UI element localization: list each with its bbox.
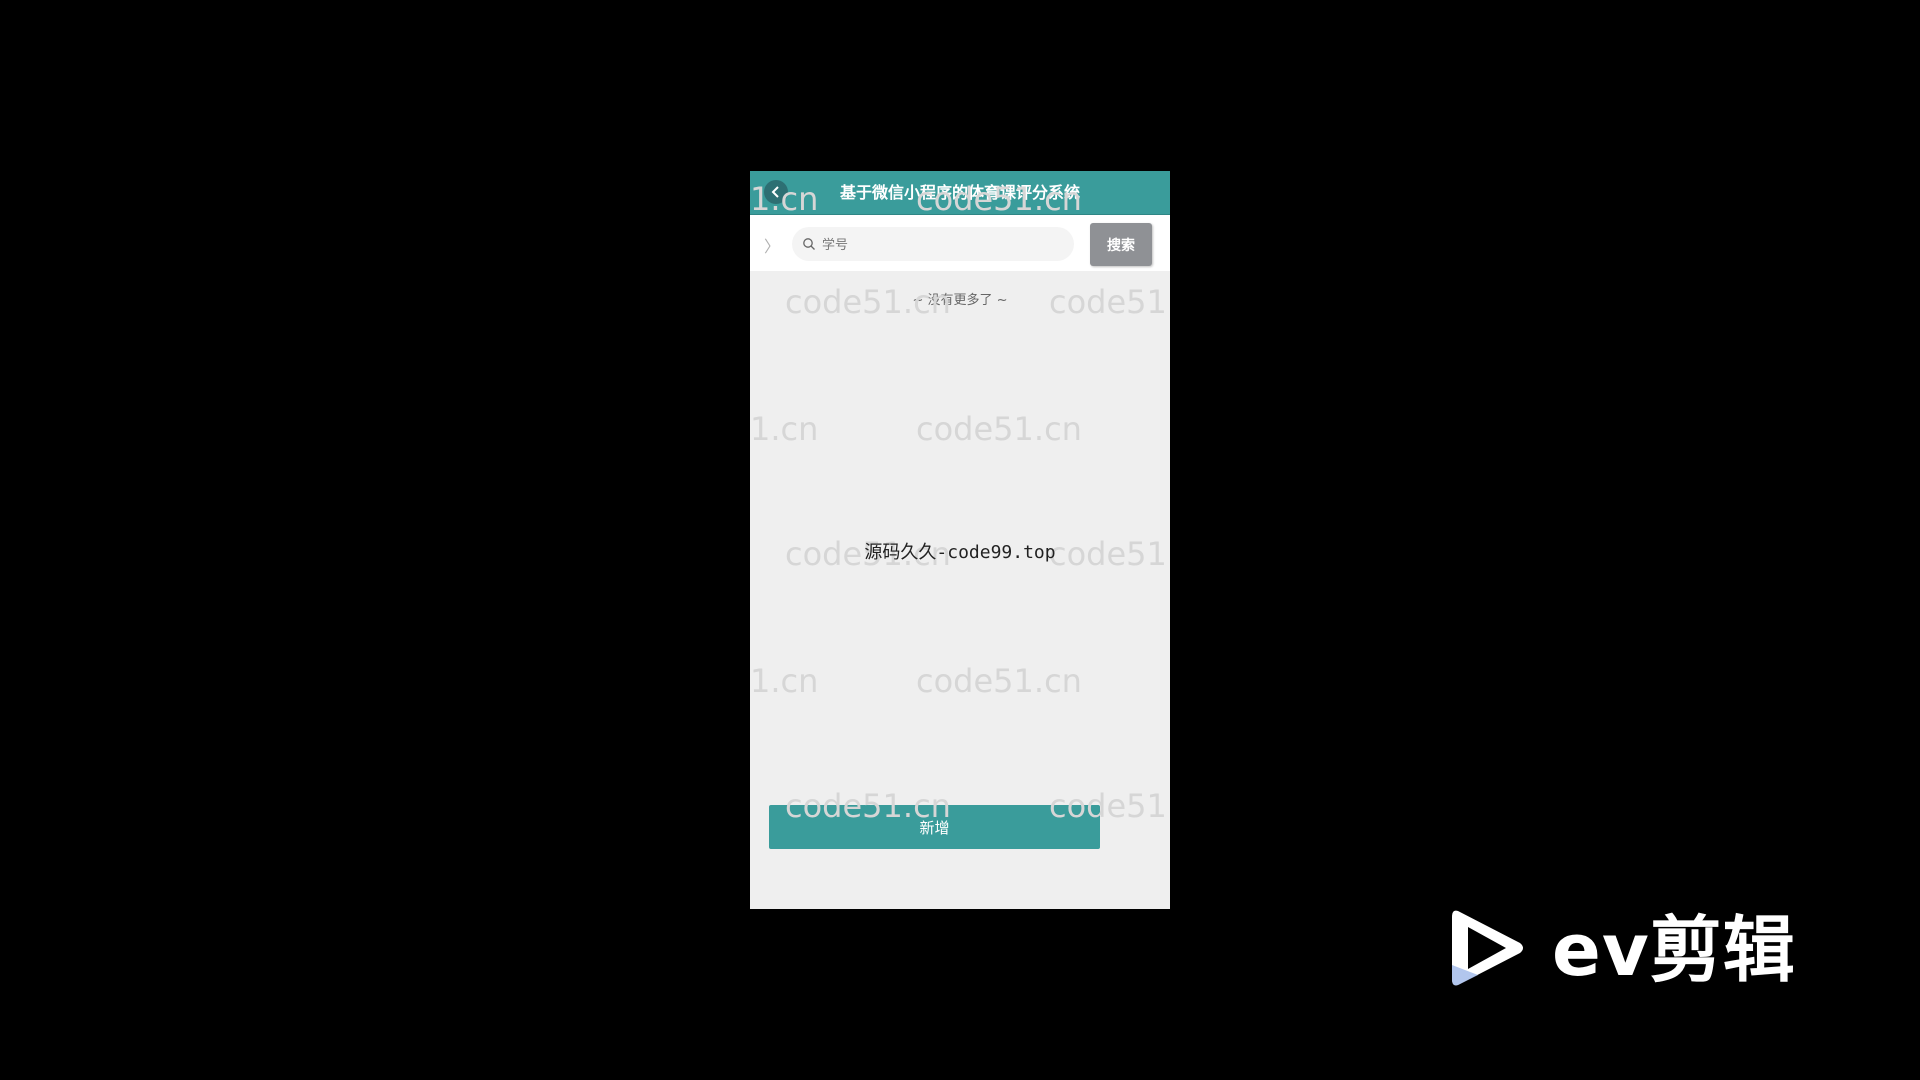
chevron-right-icon[interactable]: 〉	[764, 233, 780, 257]
search-icon	[803, 238, 815, 250]
play-logo-icon	[1452, 910, 1523, 986]
page-title: 基于微信小程序的体育课评分系统	[839, 183, 1080, 202]
watermark: code51.cn	[916, 410, 1082, 448]
search-box[interactable]	[792, 227, 1074, 263]
no-more-text: ~ 没有更多了 ~	[912, 293, 1008, 308]
watermark: 1.cn	[750, 662, 819, 700]
watermark: 1.cn	[750, 410, 819, 448]
search-button[interactable]: 搜索	[1090, 223, 1152, 266]
video-frame: 基于微信小程序的体育课评分系统 〉 搜索 ~ 没有更多了 ~ 1.cn code…	[0, 0, 1920, 1080]
add-button[interactable]: 新增	[769, 805, 1100, 849]
ev-editor-logo: ev剪辑	[1448, 905, 1818, 995]
navbar: 基于微信小程序的体育课评分系统	[750, 171, 1170, 215]
phone-screen: 基于微信小程序的体育课评分系统 〉 搜索 ~ 没有更多了 ~ 1.cn code…	[750, 171, 1170, 909]
app-name-text: ev剪辑	[1552, 908, 1796, 992]
source-watermark-text: 源码久久-code99.top	[864, 542, 1056, 563]
search-bar: 〉 搜索	[750, 215, 1170, 271]
student-id-input[interactable]	[820, 227, 1064, 263]
watermark: code51.cn	[916, 662, 1082, 700]
